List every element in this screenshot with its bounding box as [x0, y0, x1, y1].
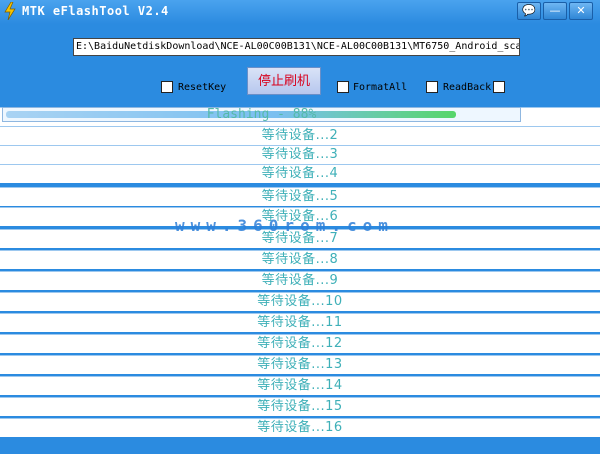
resetkey-label: ResetKey	[178, 82, 227, 93]
lightning-icon	[4, 2, 16, 20]
device-row: 等待设备...16	[0, 418, 600, 437]
window-title: MTK eFlashTool V2.4	[22, 4, 169, 18]
close-button[interactable]: ✕	[569, 2, 593, 20]
device-row: 等待设备...3	[0, 145, 600, 164]
title-bar[interactable]: MTK eFlashTool V2.4 💬 — ✕	[0, 0, 600, 24]
device-status: 等待设备...16	[257, 420, 343, 435]
device-row: 等待设备...13	[0, 355, 600, 374]
formatall-label: FormatAll	[353, 82, 408, 93]
device-row: 等待设备...9	[0, 271, 600, 290]
help-button[interactable]: 💬	[517, 2, 541, 20]
chat-icon: 💬	[522, 4, 536, 17]
device-row: 等待设备...5	[0, 187, 600, 206]
minimize-button[interactable]: —	[543, 2, 567, 20]
device-row: 等待设备...12	[0, 334, 600, 353]
readback-checkbox[interactable]	[493, 81, 505, 93]
formatall-checkbox[interactable]	[337, 81, 349, 93]
device-status: 等待设备...2	[261, 128, 339, 143]
minimize-icon: —	[549, 4, 561, 17]
device-status: 等待设备...4	[261, 166, 339, 181]
scatter-file-path-field[interactable]: E:\BaiduNetdiskDownload\NCE-AL00C00B131\…	[73, 38, 520, 56]
watermark-text: www.360rom.com	[175, 216, 394, 235]
device-status: 等待设备...15	[257, 399, 343, 414]
device-row: 等待设备...8	[0, 250, 600, 269]
device-list: 等待设备...2 等待设备...3 等待设备...4 等待设备...5 等待设备…	[0, 107, 600, 447]
device-status: 等待设备...12	[257, 336, 343, 351]
progress-status: Flashing - 88%	[206, 107, 317, 122]
device-row: 等待设备...2	[0, 126, 600, 145]
device-row: 等待设备...10	[0, 292, 600, 311]
device-status: 等待设备...11	[257, 315, 343, 330]
device-status: 等待设备...9	[261, 273, 339, 288]
flash-progress-bar: Flashing - 88%	[2, 107, 521, 122]
device-row: 等待设备...4	[0, 164, 600, 183]
device-status: 等待设备...8	[261, 252, 339, 267]
resetkey-checkbox[interactable]	[161, 81, 173, 93]
device-status: 等待设备...14	[257, 378, 343, 393]
close-icon: ✕	[576, 4, 586, 17]
device-row: 等待设备...11	[0, 313, 600, 332]
stop-flash-button[interactable]: 停止刷机	[247, 67, 321, 95]
device-status: 等待设备...5	[261, 189, 339, 204]
device-row: 等待设备...14	[0, 376, 600, 395]
device-status: 等待设备...13	[257, 357, 343, 372]
device-status: 等待设备...3	[261, 147, 339, 162]
readback-checkbox-left[interactable]	[426, 81, 438, 93]
device-row: 等待设备...15	[0, 397, 600, 416]
readback-label: ReadBack	[443, 82, 492, 93]
device-status: 等待设备...10	[257, 294, 343, 309]
